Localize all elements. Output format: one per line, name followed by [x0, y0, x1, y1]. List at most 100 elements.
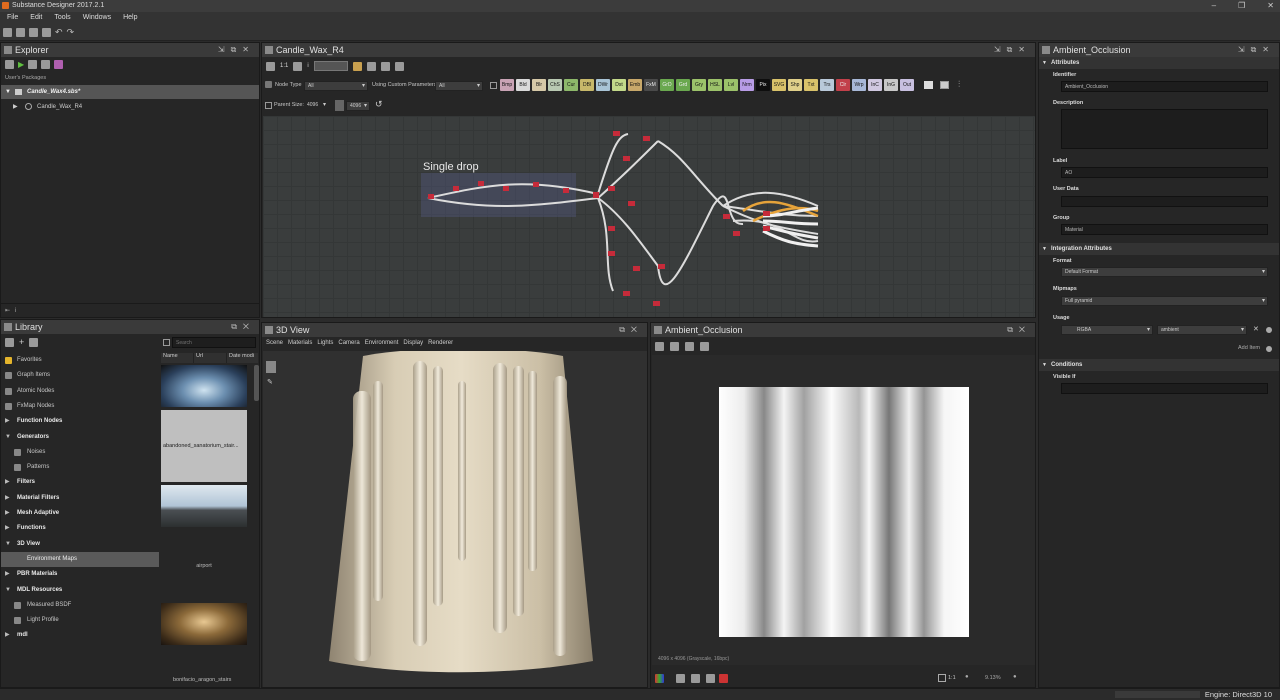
library-category[interactable]: Noises — [1, 445, 159, 460]
3d-menu-lights[interactable]: Lights — [317, 340, 333, 346]
collapse-arrow-icon[interactable]: ▶ — [5, 521, 10, 536]
search-input[interactable] — [172, 337, 256, 348]
expand-arrow-icon[interactable]: ▼ — [5, 537, 11, 552]
node-button-cur[interactable]: Cur — [564, 79, 578, 91]
reset-icon[interactable]: ↺ — [375, 99, 383, 110]
3d-menu-environment[interactable]: Environment — [365, 340, 399, 346]
graph-canvas[interactable]: Single drop — [263, 116, 1035, 317]
fit-icon[interactable] — [266, 61, 275, 71]
add-folder-icon[interactable] — [29, 338, 39, 347]
panel-controls[interactable]: ⇲⧉✕ — [1238, 43, 1275, 57]
menu-file[interactable]: File — [7, 12, 18, 24]
node-button-trs[interactable]: Trs — [820, 79, 834, 91]
library-category[interactable]: ▼ MDL Resources — [1, 583, 159, 598]
node-button-lvl[interactable]: Lvl — [724, 79, 738, 91]
library-category[interactable]: FxMap Nodes — [1, 399, 159, 414]
library-category[interactable]: Graph Items — [1, 368, 159, 383]
node-button-dst[interactable]: Dst — [612, 79, 626, 91]
usage-channel-dropdown[interactable]: RGBA — [1061, 325, 1153, 335]
panel-controls[interactable]: ⧉✕ — [1007, 323, 1031, 337]
add-icon[interactable]: + — [19, 338, 24, 348]
conditions-section[interactable]: Conditions — [1039, 359, 1279, 371]
node-button-ing[interactable]: InG — [884, 79, 898, 91]
node-button-pix[interactable]: Pix — [756, 79, 770, 91]
link-size-icon[interactable] — [335, 100, 344, 111]
publish-icon[interactable] — [54, 60, 64, 69]
checkbox-icon[interactable] — [490, 82, 497, 89]
panel-controls[interactable]: ⇲⧉✕ — [218, 43, 255, 57]
node-button-nrm[interactable]: Nrm — [740, 79, 754, 91]
minimize-icon[interactable]: – — [1212, 0, 1216, 12]
node-button-chs[interactable]: ChS — [548, 79, 562, 91]
library-category[interactable]: ▶ Mesh Adaptive — [1, 506, 159, 521]
grid-icon[interactable] — [691, 674, 700, 683]
node-button-inc[interactable]: InC — [868, 79, 882, 91]
link-icon[interactable] — [41, 60, 51, 69]
redo-icon[interactable]: ↷ — [67, 27, 75, 38]
2d-viewport[interactable] — [652, 355, 1035, 665]
collapse-arrow-icon[interactable]: ▶ — [5, 491, 10, 506]
node-button-out[interactable]: Out — [900, 79, 914, 91]
column-url[interactable]: Url — [194, 353, 227, 363]
library-category[interactable]: Light Profile — [1, 613, 159, 628]
snap-icon[interactable] — [366, 61, 376, 71]
collapse-arrow-icon[interactable]: ▶ — [5, 506, 10, 521]
panel-controls[interactable]: ⧉✕ — [619, 323, 643, 337]
graph-row[interactable]: ▶ Candle_Wax_R4 — [1, 100, 259, 114]
library-category[interactable]: ▼ Generators — [1, 430, 159, 445]
label-field[interactable]: AO — [1061, 167, 1268, 178]
zoom-fit-icon[interactable] — [938, 674, 946, 682]
move-tool-icon[interactable] — [700, 342, 709, 351]
open-package-icon[interactable] — [16, 27, 25, 37]
visible-if-field[interactable] — [1061, 383, 1268, 394]
user-data-field[interactable] — [1061, 196, 1268, 207]
library-category[interactable]: Measured BSDF — [1, 598, 159, 613]
collapse-arrow-icon[interactable]: ▶ — [13, 100, 18, 114]
node-button-grd[interactable]: Grd — [676, 79, 690, 91]
library-category[interactable]: ▶ Functions — [1, 521, 159, 536]
refresh-icon[interactable] — [28, 60, 38, 69]
node-graph[interactable] — [263, 116, 1035, 317]
column-date[interactable]: Date modi — [227, 353, 258, 363]
3d-menu-materials[interactable]: Materials — [288, 340, 312, 346]
node-button-grd[interactable]: GrD — [660, 79, 674, 91]
expand-arrow-icon[interactable]: ▼ — [5, 430, 11, 445]
node-button-dbl[interactable]: DBl — [580, 79, 594, 91]
comment-icon[interactable] — [924, 81, 933, 89]
alpha-icon[interactable] — [676, 674, 685, 683]
new-icon[interactable] — [5, 60, 14, 69]
uv-icon[interactable] — [685, 342, 694, 351]
collapse-arrow-icon[interactable]: ▶ — [5, 567, 10, 582]
node-button-dwr[interactable]: DWr — [596, 79, 610, 91]
library-category[interactable]: ▶ Material Filters — [1, 491, 159, 506]
3d-menu-scene[interactable]: Scene — [266, 340, 283, 346]
pin-icon[interactable]: ⫶ — [958, 79, 960, 90]
align-tools-icon[interactable] — [313, 61, 348, 71]
color-icon[interactable] — [655, 674, 664, 683]
node-button-blr[interactable]: Blr — [532, 79, 546, 91]
library-category[interactable]: ▶ Filters — [1, 475, 159, 490]
library-category[interactable]: Favorites — [1, 353, 159, 368]
node-button-fxm[interactable]: FxM — [644, 79, 658, 91]
play-icon[interactable]: ▶ — [18, 60, 24, 70]
library-category[interactable]: Patterns — [1, 460, 159, 475]
remove-usage-icon[interactable]: ✕ — [1253, 325, 1259, 333]
zoom-out-icon[interactable]: ● — [965, 674, 969, 680]
node-button-shp[interactable]: Shp — [788, 79, 802, 91]
size-width-dropdown[interactable]: 4096 — [304, 101, 328, 111]
close-icon[interactable]: ✕ — [1267, 0, 1274, 12]
new-package-icon[interactable] — [3, 27, 12, 37]
node-button-wrp[interactable]: Wrp — [852, 79, 866, 91]
column-name[interactable]: Name — [161, 353, 194, 363]
library-category[interactable]: Environment Maps — [1, 551, 159, 567]
settings-icon[interactable] — [394, 61, 404, 71]
node-button-svg[interactable]: SVG — [772, 79, 786, 91]
zoom-in-icon[interactable]: ● — [1013, 674, 1017, 680]
expand-arrow-icon[interactable]: ▼ — [5, 583, 11, 598]
library-scrollbar[interactable] — [254, 365, 259, 401]
menu-edit[interactable]: Edit — [30, 12, 42, 24]
package-row[interactable]: ▼ Candle_Wax4.sbs* — [1, 85, 259, 99]
zoom-ratio[interactable]: 1:1 — [280, 63, 288, 69]
usage-value-dropdown[interactable]: ambient — [1157, 325, 1247, 335]
node-button-hsl[interactable]: HSL — [708, 79, 722, 91]
